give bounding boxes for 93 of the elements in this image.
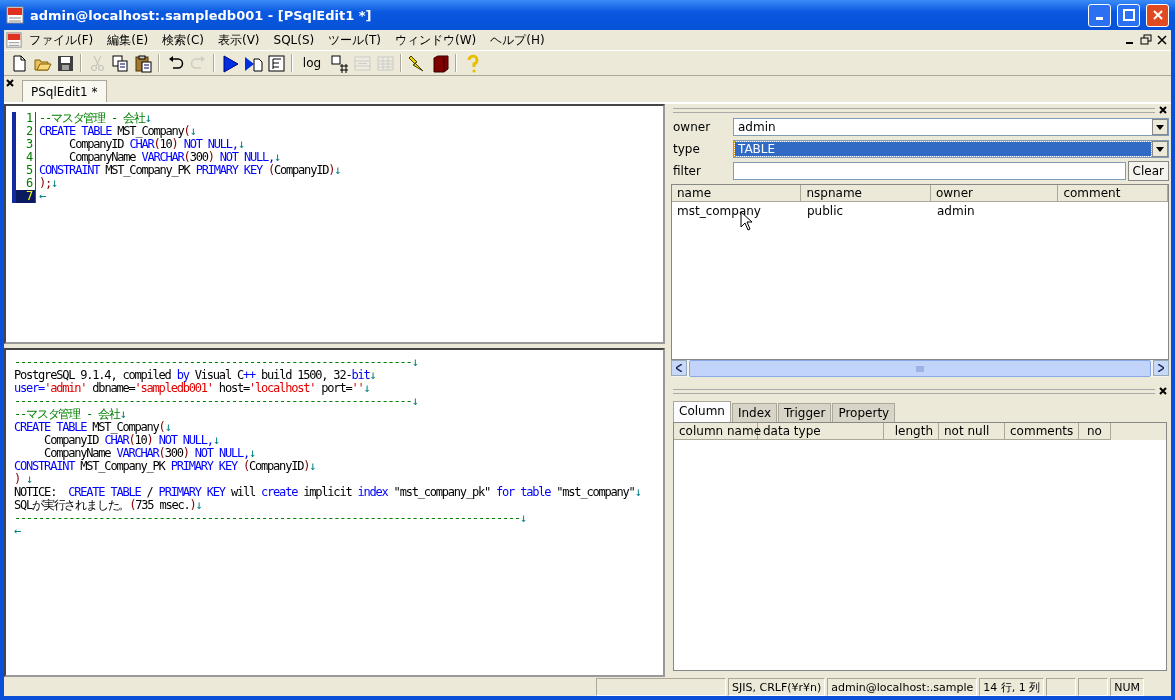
grip-icon[interactable] [916, 365, 924, 372]
tab[interactable]: Column [673, 401, 731, 422]
close-button[interactable] [1146, 3, 1169, 27]
field-label: owner [673, 120, 712, 134]
output-line: PostgreSQL 9.1.4, compiled by Visual C++ build 1500, 32-bit↓ [14, 368, 376, 382]
output-line: CREATE TABLE MST_Company(↓ [14, 420, 171, 434]
scroll-left-icon[interactable] [676, 364, 682, 372]
table-cell-text: public [806, 204, 845, 218]
maximize-button[interactable] [1117, 3, 1140, 27]
column-header[interactable]: no [1079, 423, 1111, 440]
owner-dropdown[interactable]: admin [733, 118, 1169, 136]
output-line: ) ↓ [14, 472, 33, 486]
output-line: user='admin' dbname='sampledb001' host='localhost' port=''↓ [14, 381, 370, 395]
status-text: SJIS, CRLF(¥r¥n) [728, 678, 826, 696]
paste-icon[interactable] [133, 53, 153, 73]
table-cell-text: mst_company [676, 204, 762, 218]
code-line: );↓ [38, 177, 58, 190]
column-header[interactable]: owner [930, 185, 1059, 202]
status-text: 14 行, 1 列 [979, 678, 1045, 696]
horizontal-scrollbar[interactable] [671, 360, 1169, 377]
status-text: NUM [1110, 678, 1145, 696]
save-icon[interactable] [55, 53, 75, 73]
line-number: 5 [12, 164, 36, 177]
tab[interactable]: Property [832, 403, 896, 422]
close-icon[interactable] [6, 79, 14, 87]
output-line: NOTICE: CREATE TABLE / PRIMARY KEY will create implicit index "mst_company_pk" for table "mst_company"↓ [14, 485, 641, 499]
output-line: ------------------------------------------------------------------↓ [14, 355, 418, 369]
output-line: CompanyID CHAR(10) NOT NULL,↓ [43, 433, 219, 447]
close-icon[interactable] [1155, 33, 1169, 47]
close-icon [1151, 9, 1164, 21]
line-number: 1 [12, 112, 36, 125]
menu-item[interactable]: ヘルプ(H) [483, 31, 552, 49]
type-dropdown[interactable]: TABLE [733, 140, 1169, 158]
code-line: CompanyID CHAR(10) NOT NULL,↓ [68, 138, 244, 151]
sql-editor[interactable]: 1 --マスタ管理 - 会社↓ 2 CREATE TABLE MST_Company(↓ 3 CompanyID CHAR(10) NOT NULL,↓ 4 CompanyName VARCHAR(300) NOT NULL,↓ 5 CONSTRAINT MST_Company_PK PRIMARY KEY (CompanyID)↓ 6 );↓ 7 ← [4, 104, 665, 344]
tab[interactable]: Trigger [778, 403, 832, 422]
menu-item[interactable]: ウィンドウ(W) [388, 31, 484, 49]
column-header[interactable]: name [672, 185, 802, 202]
minimize-icon [1096, 17, 1103, 20]
book-icon[interactable] [430, 53, 450, 73]
code-line: ← [38, 190, 46, 203]
document-tab[interactable]: PSqlEdit1 * [22, 80, 107, 102]
line-number: 2 [12, 125, 36, 138]
output-line: CONSTRAINT MST_Company_PK PRIMARY KEY (CompanyID)↓ [14, 459, 316, 473]
line-number: 3 [12, 138, 36, 151]
status-pane [1046, 678, 1077, 696]
tab[interactable]: Index [731, 403, 777, 422]
grid-icon[interactable] [329, 53, 349, 73]
column-header[interactable]: nspname [801, 185, 931, 202]
output-line: CompanyName VARCHAR(300) NOT NULL,↓ [43, 446, 256, 460]
document-icon[interactable] [6, 32, 22, 48]
filter-field[interactable] [733, 162, 1126, 180]
output-line: ------------------------------------------------------------------------------------↓ [14, 511, 527, 525]
code-line: CONSTRAINT MST_Company_PK PRIMARY KEY (CompanyID)↓ [38, 164, 341, 177]
close-icon[interactable] [1159, 106, 1167, 114]
scroll-right-icon[interactable] [1158, 364, 1164, 372]
status-text: admin@localhost:.sample [827, 678, 978, 696]
window-title: admin@localhost:.sampledb001 - [PSqlEdit1 *] [30, 7, 373, 23]
field-label: filter [673, 164, 702, 178]
restore-icon[interactable] [1139, 33, 1153, 47]
output-line: --マスタ管理 - 会社↓ [14, 407, 126, 421]
maximize-icon [1122, 9, 1135, 21]
plan-icon[interactable] [266, 53, 286, 73]
column-header[interactable]: not null [939, 423, 1005, 440]
close-icon[interactable] [1159, 387, 1167, 395]
column-header[interactable]: comments [1005, 423, 1079, 440]
output-line: SQLが実行されました。(735 msec.)↓ [14, 498, 202, 512]
copy-icon[interactable] [110, 53, 130, 73]
menu-item[interactable]: ファイル(F) [22, 31, 101, 49]
clear-button[interactable]: Clear [1127, 161, 1169, 181]
column-header[interactable]: length [884, 423, 939, 440]
minimize-button[interactable] [1088, 3, 1111, 27]
field-label: type [673, 142, 701, 156]
menu-item[interactable]: SQL(S) [266, 33, 322, 47]
run-icon[interactable] [220, 53, 240, 73]
line-number: 4 [12, 151, 36, 164]
output-line: ← [14, 524, 21, 538]
dropdown-arrow-icon[interactable] [1156, 146, 1164, 152]
menu-item[interactable]: 編集(E) [100, 31, 156, 49]
code-line: CompanyName VARCHAR(300) NOT NULL,↓ [68, 151, 281, 164]
menu-item[interactable]: ツール(T) [321, 31, 388, 49]
output-line: ------------------------------------------------------------------↓ [14, 394, 418, 408]
code-line: --マスタ管理 - 会社↓ [38, 112, 151, 125]
code-line: CREATE TABLE MST_Company(↓ [38, 125, 196, 138]
menu-item[interactable]: 検索(C) [155, 31, 211, 49]
log-button[interactable]: log [297, 52, 327, 74]
line-number: 7 [12, 190, 36, 203]
app-icon [6, 6, 24, 24]
menu-item[interactable]: 表示(V) [210, 31, 267, 49]
table-cell-text: admin [936, 204, 976, 218]
status-pane [1078, 678, 1109, 696]
dropdown-arrow-icon[interactable] [1156, 124, 1164, 130]
column-header[interactable]: comment [1058, 185, 1168, 202]
